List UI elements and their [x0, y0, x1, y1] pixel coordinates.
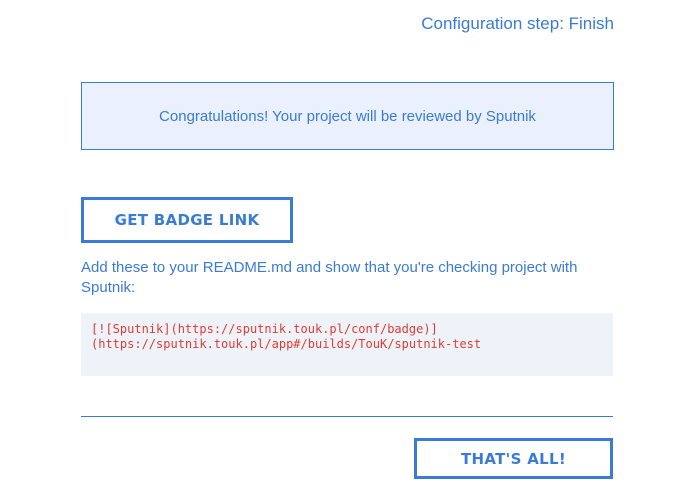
- success-message: Congratulations! Your project will be re…: [159, 107, 536, 125]
- get-badge-link-button[interactable]: GET BADGE LINK: [81, 197, 293, 243]
- thats-all-button[interactable]: THAT'S ALL!: [414, 438, 613, 479]
- badge-code-block[interactable]: [![Sputnik](https://sputnik.touk.pl/conf…: [81, 313, 613, 376]
- divider: [81, 416, 613, 417]
- code-line: (https://sputnik.touk.pl/app#/builds/Tou…: [91, 337, 482, 351]
- code-line: [![Sputnik](https://sputnik.touk.pl/conf…: [91, 322, 438, 336]
- success-panel: Congratulations! Your project will be re…: [81, 82, 614, 150]
- page-title: Configuration step: Finish: [421, 14, 614, 33]
- badge-instructions: Add these to your README.md and show tha…: [81, 259, 578, 296]
